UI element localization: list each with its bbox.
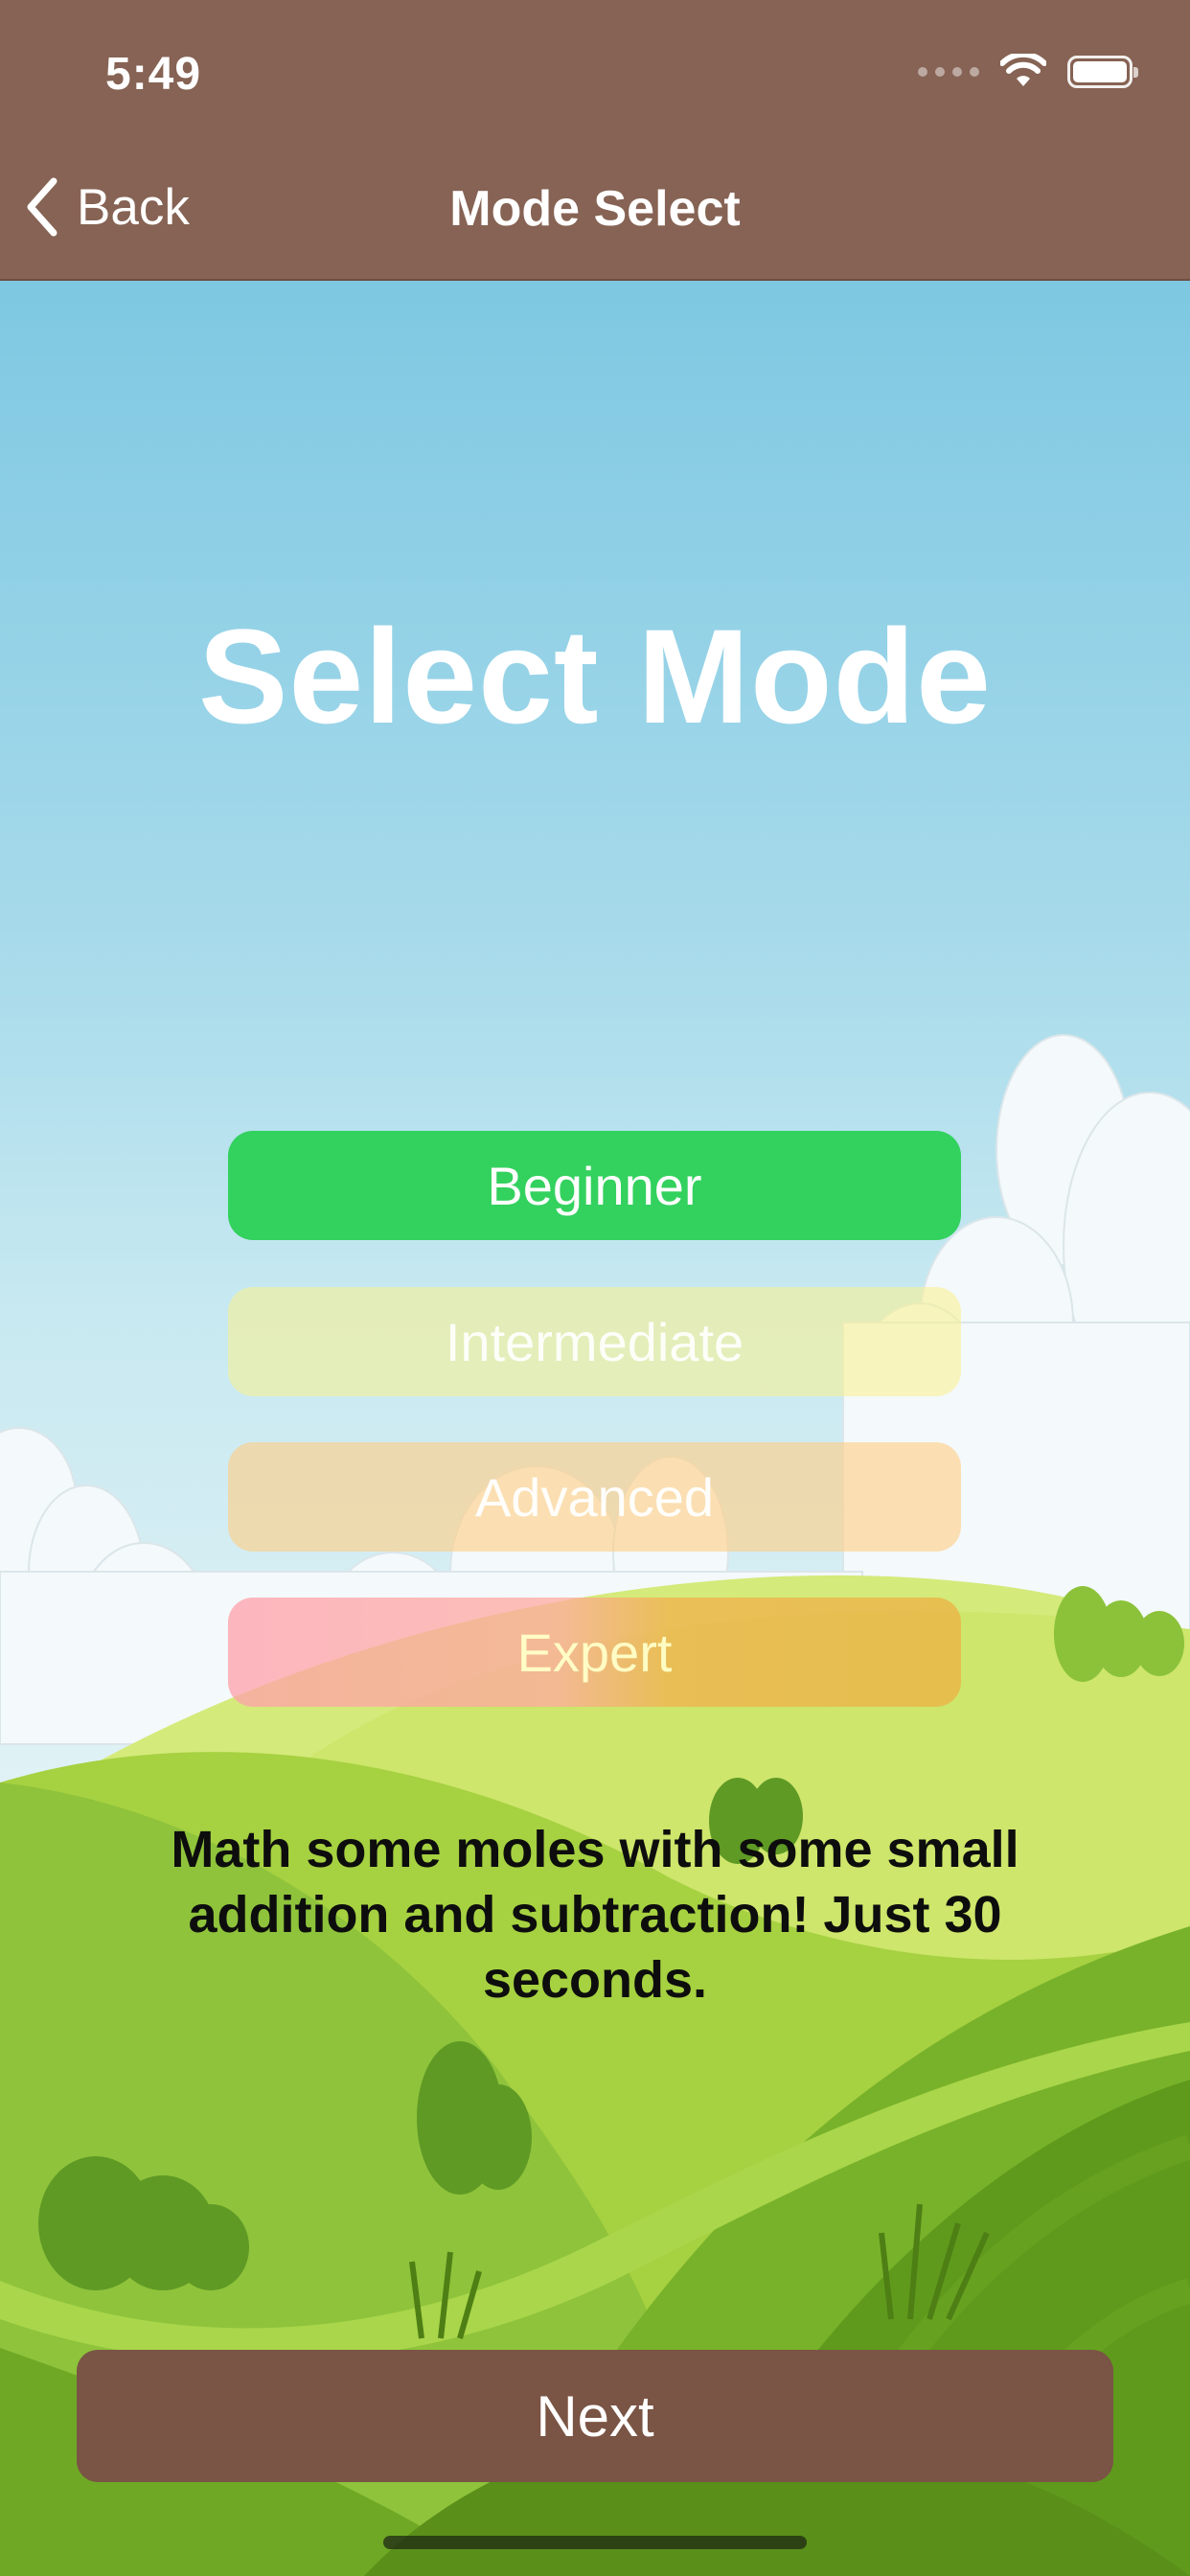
next-button[interactable]: Next — [77, 2350, 1113, 2482]
navigation-bar: 5:49 Back Mode Select — [0, 0, 1190, 281]
mode-description: Math some moles with some small addition… — [171, 1821, 1019, 2009]
mode-button-expert[interactable]: Expert — [228, 1598, 961, 1707]
nav-title: Mode Select — [449, 181, 741, 237]
battery-icon — [1067, 56, 1138, 88]
signal-dots-icon — [918, 67, 979, 77]
page-heading: Select Mode — [198, 601, 992, 751]
status-icons — [918, 54, 1138, 90]
mode-button-advanced[interactable]: Advanced — [228, 1442, 961, 1552]
mode-select-screen: 5:49 Back Mode Select Select Mode Beginn… — [0, 0, 1190, 2576]
mode-button-intermediate[interactable]: Intermediate — [228, 1287, 961, 1396]
mode-button-beginner[interactable]: Beginner — [228, 1131, 961, 1240]
home-indicator[interactable] — [383, 2536, 807, 2549]
status-time: 5:49 — [105, 49, 202, 100]
wifi-icon — [1000, 54, 1046, 86]
